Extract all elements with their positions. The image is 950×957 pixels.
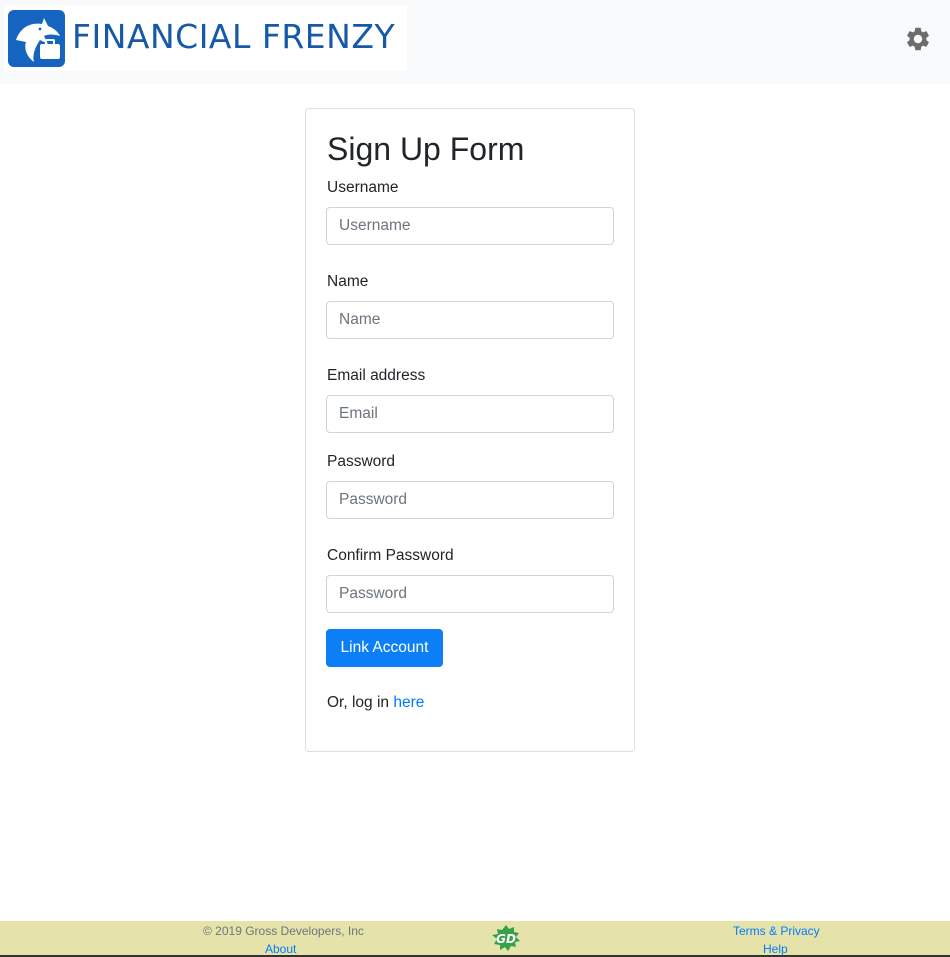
svg-text:GD: GD	[496, 932, 516, 946]
email-input[interactable]	[326, 395, 614, 433]
confirm-password-label: Confirm Password	[327, 547, 454, 564]
copyright-text: © 2019 Gross Developers, Inc	[203, 924, 364, 938]
about-link[interactable]: About	[265, 942, 296, 956]
login-prompt: Or, log in here	[327, 694, 424, 712]
username-input[interactable]	[326, 207, 614, 245]
help-link[interactable]: Help	[763, 942, 788, 956]
footer: © 2019 Gross Developers, Inc About GD Te…	[0, 921, 950, 957]
gear-icon[interactable]	[904, 25, 932, 53]
email-label: Email address	[327, 367, 426, 384]
username-label: Username	[327, 179, 399, 196]
password-label: Password	[327, 453, 396, 470]
brand-link[interactable]: FINANCIAL FRENZY	[4, 5, 407, 71]
login-here-link[interactable]: here	[393, 694, 424, 711]
signup-card: Sign Up Form Username Name Email address…	[305, 108, 635, 752]
link-account-button[interactable]: Link Account	[326, 629, 443, 667]
login-prompt-text: Or, log in	[327, 694, 394, 711]
gross-developers-logo-icon: GD	[491, 924, 521, 952]
form-title: Sign Up Form	[327, 131, 525, 167]
brand-name: FINANCIAL FRENZY	[72, 17, 396, 56]
shark-briefcase-logo-icon	[8, 10, 65, 67]
top-navbar: FINANCIAL FRENZY	[0, 0, 950, 84]
confirm-password-input[interactable]	[326, 575, 614, 613]
terms-privacy-link[interactable]: Terms & Privacy	[733, 924, 820, 938]
name-input[interactable]	[326, 301, 614, 339]
name-label: Name	[327, 273, 369, 290]
password-input[interactable]	[326, 481, 614, 519]
